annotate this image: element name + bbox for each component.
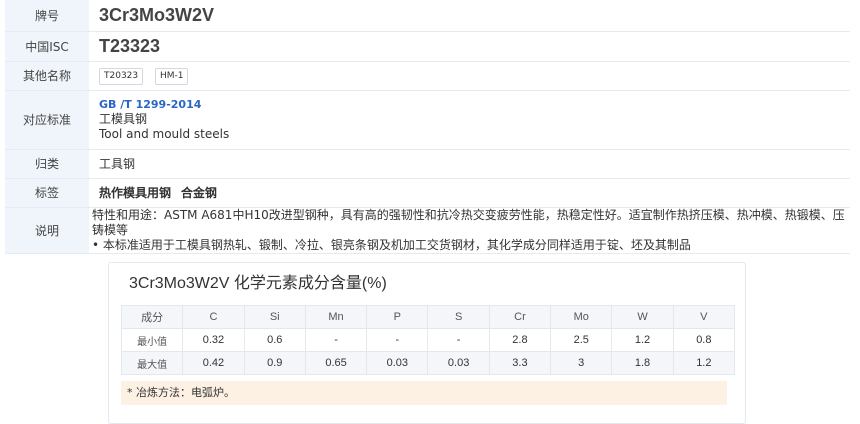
column-header: Mn: [304, 305, 368, 329]
row-label: 最大值: [120, 351, 184, 375]
standard-label: 对应标准: [5, 90, 89, 150]
other-names-row: 其他名称 T20323 HM-1: [5, 61, 850, 91]
table-cell: 0.03: [427, 351, 490, 375]
standard-name-en: Tool and mould steels: [99, 127, 230, 141]
column-header: 成分: [120, 305, 184, 329]
grade-value: 3Cr3Mo3W2V: [99, 4, 215, 25]
table-cell: -: [304, 328, 368, 352]
description-line: 特性和用途：ASTM A681中H10改进型钢种，具有高的强韧性和抗冷热交变疲劳…: [92, 207, 845, 237]
table-cell: 1.8: [611, 351, 674, 375]
description-line: • 本标准适用于工模具钢热轧、锻制、冷拉、银亮条钢及机加工交货钢材，其化学成分同…: [92, 237, 691, 252]
column-header: Mo: [550, 305, 613, 329]
column-header: P: [366, 305, 429, 329]
composition-panel: 3Cr3Mo3W2V 化学元素成分含量(%) 成分 C Si Mn P S Cr…: [108, 262, 746, 424]
tag-item[interactable]: 合金钢: [181, 186, 217, 200]
table-cell: 0.6: [243, 328, 306, 352]
max-value-row: 最大值 0.42 0.9 0.65 0.03 0.03 3.3 3 1.8 1.…: [120, 351, 736, 375]
standard-name-cn: 工模具钢: [99, 112, 148, 126]
table-cell: 0.32: [182, 328, 245, 352]
table-cell: 3: [550, 351, 613, 375]
row-label: 最小值: [120, 328, 184, 352]
table-cell: 0.65: [304, 351, 368, 375]
tag-item[interactable]: 热作模具用钢: [99, 186, 171, 200]
tags-label: 标签: [5, 178, 89, 208]
table-cell: -: [427, 328, 490, 352]
table-cell: 0.8: [672, 328, 736, 352]
other-name-tag[interactable]: T20323: [99, 67, 144, 85]
category-row: 归类 工具钢: [5, 149, 850, 179]
column-header: V: [672, 305, 736, 329]
china-isc-value: T23323: [99, 35, 161, 56]
material-info-table: 牌号 3Cr3Mo3W2V 中国ISC T23323 其他名称 T20323 H…: [5, 0, 850, 254]
category-label: 归类: [5, 149, 89, 179]
china-isc-label: 中国ISC: [5, 31, 89, 62]
table-cell: 0.9: [243, 351, 306, 375]
standard-code-link[interactable]: GB /T 1299-2014: [99, 97, 850, 112]
column-header: C: [182, 305, 245, 329]
description-row: 说明 特性和用途：ASTM A681中H10改进型钢种，具有高的强韧性和抗冷热交…: [5, 207, 850, 254]
column-header: S: [427, 305, 490, 329]
composition-title: 3Cr3Mo3W2V 化学元素成分含量(%): [129, 275, 387, 292]
composition-table: 成分 C Si Mn P S Cr Mo W V 最小值 0.32 0.6 - …: [120, 305, 736, 375]
table-cell: 0.03: [366, 351, 429, 375]
column-header: Cr: [488, 305, 552, 329]
column-header: W: [611, 305, 674, 329]
other-names-label: 其他名称: [5, 61, 89, 91]
min-value-row: 最小值 0.32 0.6 - - - 2.8 2.5 1.2 0.8: [120, 328, 736, 352]
column-header: Si: [243, 305, 306, 329]
table-cell: 1.2: [611, 328, 674, 352]
tags-row: 标签 热作模具用钢 合金钢: [5, 178, 850, 208]
description-label: 说明: [5, 207, 89, 254]
table-cell: 2.5: [550, 328, 613, 352]
table-cell: 2.8: [488, 328, 552, 352]
composition-header-row: 成分 C Si Mn P S Cr Mo W V: [120, 305, 736, 329]
standard-row: 对应标准 GB /T 1299-2014 工模具钢 Tool and mould…: [5, 90, 850, 150]
table-cell: 0.42: [182, 351, 245, 375]
category-value: 工具钢: [99, 157, 136, 171]
grade-label: 牌号: [5, 0, 89, 32]
smelting-method-note: * 冶炼方法：电弧炉。: [121, 381, 727, 405]
table-cell: 3.3: [488, 351, 552, 375]
other-name-tag[interactable]: HM-1: [154, 67, 189, 85]
table-cell: -: [366, 328, 429, 352]
table-cell: 1.2: [672, 351, 736, 375]
grade-row: 牌号 3Cr3Mo3W2V: [5, 0, 850, 32]
china-isc-row: 中国ISC T23323: [5, 31, 850, 62]
